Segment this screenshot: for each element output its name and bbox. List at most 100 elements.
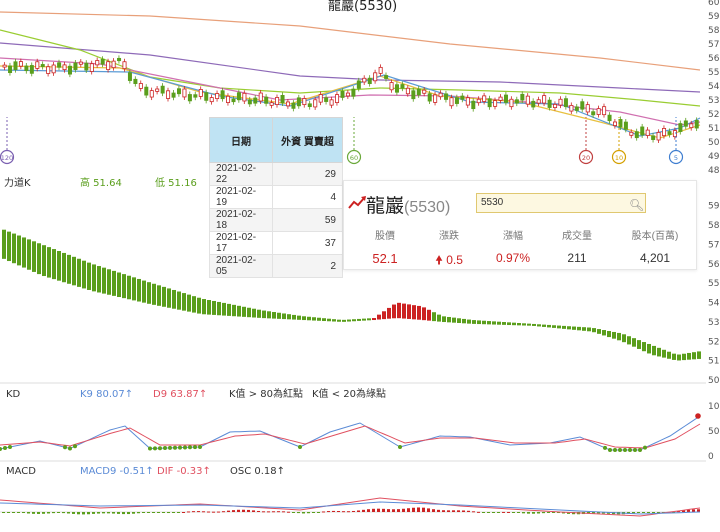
macd-bar xyxy=(422,507,425,512)
macd-bar xyxy=(47,512,50,514)
k-bar xyxy=(297,315,301,320)
macd-bar xyxy=(262,511,265,513)
k-bar xyxy=(197,297,201,314)
candle-body xyxy=(493,100,498,107)
k-bar xyxy=(572,326,576,330)
k-bar xyxy=(17,235,21,266)
macd-bar xyxy=(77,512,80,515)
macd-bar xyxy=(272,511,275,513)
k-bar xyxy=(117,272,121,298)
k-tick-label: 53 xyxy=(708,318,719,328)
k-bar xyxy=(687,352,691,360)
candle-body xyxy=(362,77,367,83)
candle-body xyxy=(264,96,269,104)
kd-note-high: K值 > 80為紅點 xyxy=(229,389,304,400)
macd-bar xyxy=(402,508,405,512)
k-bar xyxy=(667,351,671,359)
k-bar xyxy=(52,249,56,280)
row-date: 2021-02-18 xyxy=(209,208,273,232)
macd-bar xyxy=(267,511,270,513)
kd-low-dot xyxy=(198,445,202,449)
candle-body xyxy=(242,92,247,102)
k-bar xyxy=(202,299,206,315)
candle-body xyxy=(678,123,683,132)
volume-cell: 成交量 211 xyxy=(548,227,606,265)
kd-low-dot xyxy=(618,448,622,452)
k-bar xyxy=(332,319,336,322)
k-tick-label: 56 xyxy=(708,260,720,270)
osc-label: OSC 0.18↑ xyxy=(230,466,286,477)
k-bar xyxy=(392,304,396,319)
candle-body xyxy=(307,103,312,108)
candle-body xyxy=(176,88,181,95)
macd-bar xyxy=(112,512,115,514)
change-value: 🠝 0.5 xyxy=(420,251,478,272)
price-tick-label: 53 xyxy=(708,96,719,106)
k-bar xyxy=(122,274,126,299)
candle-body xyxy=(591,111,596,116)
table-row: 2021-02-19 4 xyxy=(209,185,343,209)
macd-bar xyxy=(427,508,430,512)
macd-bar xyxy=(397,509,400,512)
macd-bar xyxy=(122,512,125,515)
macd-bar xyxy=(642,512,645,513)
k-bar xyxy=(512,322,516,326)
kd-low-dot xyxy=(193,445,197,450)
k-bar xyxy=(257,309,261,318)
search-input[interactable]: 5530 🔍︎ xyxy=(476,193,646,213)
k-bar xyxy=(682,353,686,361)
candle-body xyxy=(318,94,323,103)
candle-body xyxy=(596,108,601,115)
price-cell: 股價 52.1 xyxy=(356,227,414,266)
kd-low-dot xyxy=(63,445,67,450)
candle-body xyxy=(476,98,481,104)
candle-body xyxy=(487,98,492,108)
pct-cell: 漲幅 0.97% xyxy=(484,227,542,265)
k-bar xyxy=(527,323,531,326)
candle-body xyxy=(438,92,443,98)
kd-low-dot xyxy=(633,448,637,452)
macd-bar xyxy=(442,510,445,512)
macd-bar xyxy=(127,512,130,515)
macd-bar xyxy=(462,510,465,512)
k-bar xyxy=(2,229,6,259)
k-bar xyxy=(492,321,496,325)
candle-body xyxy=(127,72,132,81)
price-tick-label: 56 xyxy=(708,54,720,64)
ma-marker-label: 10 xyxy=(615,154,623,162)
k-bar xyxy=(467,319,471,324)
candle-body xyxy=(498,96,503,101)
ma-k-line xyxy=(0,69,701,137)
kd-low-dot xyxy=(298,445,302,449)
macd-bar xyxy=(237,509,240,512)
macd-bar xyxy=(17,512,20,513)
candle-body xyxy=(356,80,361,89)
k-bar xyxy=(457,318,461,323)
k-bar xyxy=(387,307,391,319)
macd-bar xyxy=(117,512,120,514)
k-bar xyxy=(292,314,296,320)
macd-bar xyxy=(497,512,500,513)
candle-body xyxy=(182,88,187,98)
candle-body xyxy=(215,93,220,100)
kd-low-dot xyxy=(628,448,632,452)
k-bar xyxy=(432,312,436,322)
search-icon[interactable]: 🔍︎ xyxy=(629,196,644,214)
k-bar xyxy=(587,327,591,332)
k-bar xyxy=(187,294,191,312)
macd-bar xyxy=(382,508,385,512)
kd-note-low: K值 < 20為綠點 xyxy=(312,389,387,400)
k-bar xyxy=(542,324,546,327)
capital-label: 股本(百萬) xyxy=(631,231,679,242)
macd-bar xyxy=(42,512,45,514)
k-bar xyxy=(57,251,61,281)
k-low-label: 低 51.16 xyxy=(155,178,197,189)
macd-bar xyxy=(207,511,210,513)
macd-bar xyxy=(162,512,165,513)
macd-bar xyxy=(187,511,190,513)
candle-body xyxy=(253,97,258,104)
candle-body xyxy=(574,106,579,111)
k-tick-label: 54 xyxy=(708,299,720,309)
candle-body xyxy=(629,131,634,136)
candle-body xyxy=(394,84,399,93)
